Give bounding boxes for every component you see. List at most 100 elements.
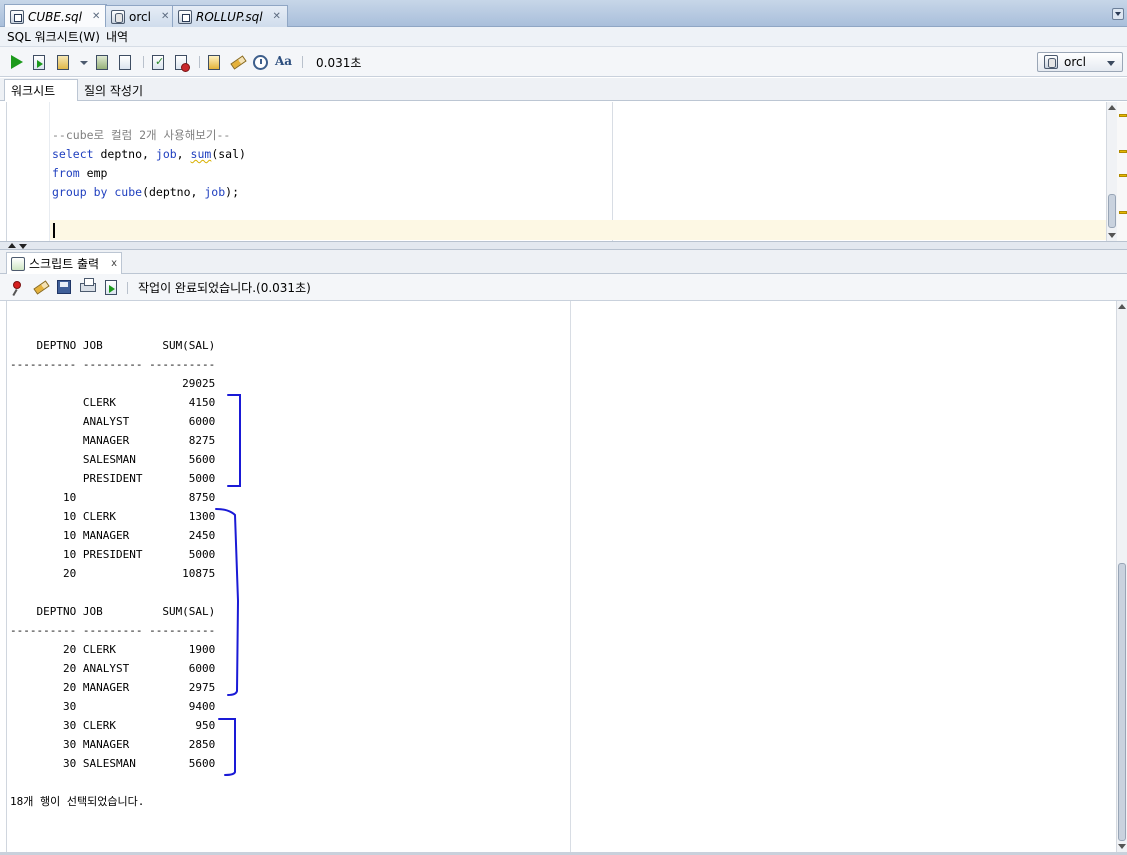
overview-ruler <box>1117 102 1127 241</box>
clear-output-button[interactable] <box>32 279 50 296</box>
keyword-from: from <box>52 166 80 180</box>
close-icon[interactable]: ✕ <box>273 11 281 22</box>
run-icon <box>11 55 23 69</box>
pane-splitter[interactable] <box>0 241 1127 250</box>
clear-button[interactable] <box>229 54 247 71</box>
connection-name: orcl <box>1064 55 1086 69</box>
collapse-up-icon[interactable] <box>8 243 16 248</box>
result-row: 20 MANAGER 2975 <box>10 681 216 694</box>
sql-tuning-button[interactable] <box>117 54 134 71</box>
result-row: 29025 <box>10 377 216 390</box>
sql-file-icon <box>178 9 192 24</box>
tab-rollup-sql[interactable]: ROLLUP.sql ✕ <box>172 5 288 27</box>
rollback-button[interactable] <box>173 54 190 72</box>
tab-query-builder[interactable]: 질의 작성기 <box>78 80 149 101</box>
warning-marker[interactable] <box>1119 174 1127 177</box>
result-row: 10 CLERK 1300 <box>10 510 216 523</box>
query-result-text: DEPTNO JOB SUM(SAL) ---------- ---------… <box>10 336 215 811</box>
sql-code: --cube로 컬럼 2개 사용해보기-- select deptno, job… <box>52 128 246 199</box>
cube-args: (deptno, <box>142 185 205 199</box>
run-script-icon <box>33 55 45 70</box>
editor-scrollbar[interactable] <box>1106 102 1117 241</box>
result-row: 30 CLERK 950 <box>10 719 216 732</box>
tab-label: ROLLUP.sql <box>196 9 263 24</box>
script-output-icon <box>11 256 25 271</box>
scroll-down-icon[interactable] <box>1118 844 1126 849</box>
subtab-history[interactable]: 내역 <box>104 28 132 45</box>
warning-marker[interactable] <box>1119 211 1127 214</box>
tab-label: orcl <box>129 9 151 24</box>
tab-orcl[interactable]: orcl ✕ <box>105 5 177 27</box>
column-job: job <box>155 147 177 161</box>
autotrace-button[interactable] <box>55 54 72 71</box>
run-statement-button[interactable] <box>8 54 25 71</box>
worksheet-toolbar: Aa 0.031초 orcl <box>0 47 1127 77</box>
editor-mode-tabs: 워크시트 질의 작성기 <box>0 78 1127 101</box>
result-separator: ---------- --------- ---------- <box>10 624 216 637</box>
result-row: 30 SALESMAN 5600 <box>10 757 216 770</box>
save-output-button[interactable] <box>56 279 73 296</box>
commit-icon <box>152 55 164 70</box>
unshared-sql-button[interactable] <box>206 54 223 71</box>
result-row: PRESIDENT 5000 <box>10 472 216 485</box>
result-row: CLERK 4150 <box>10 396 216 409</box>
commit-button[interactable] <box>150 54 167 71</box>
close-icon[interactable]: ✕ <box>161 11 169 22</box>
scroll-up-icon[interactable] <box>1118 304 1126 309</box>
collapse-down-icon[interactable] <box>19 244 27 249</box>
chevron-down-icon <box>1107 61 1115 66</box>
output-scrollbar[interactable] <box>1116 301 1127 852</box>
result-row: 10 8750 <box>10 491 216 504</box>
function-cube: cube <box>114 185 143 199</box>
explain-plan-button[interactable] <box>94 54 111 71</box>
close-icon[interactable]: ✕ <box>92 11 100 22</box>
worksheet-subtabs: SQL 워크시트(W) 내역 <box>0 27 1127 47</box>
result-row: 20 ANALYST 6000 <box>10 662 216 675</box>
sql-editor[interactable]: --cube로 컬럼 2개 사용해보기-- select deptno, job… <box>6 102 1107 241</box>
result-row: 30 9400 <box>10 700 216 713</box>
tab-cube-sql[interactable]: CUBE.sql ✕ <box>4 4 108 28</box>
explain-plan-icon <box>96 55 108 70</box>
output-sheet-icon <box>105 280 117 295</box>
clock-icon <box>253 55 268 70</box>
printer-icon <box>80 278 96 292</box>
database-connection-icon <box>111 9 125 24</box>
scroll-thumb[interactable] <box>1118 563 1126 841</box>
script-output-area[interactable]: DEPTNO JOB SUM(SAL) ---------- ---------… <box>6 301 1116 852</box>
text-caret <box>53 223 55 238</box>
close-icon[interactable]: x <box>111 258 117 269</box>
function-sum: sum <box>190 147 212 161</box>
sql-history-button[interactable] <box>252 54 269 71</box>
tab-list-dropdown-icon[interactable] <box>1112 8 1124 20</box>
run-script-button[interactable] <box>31 54 48 71</box>
warning-marker[interactable] <box>1119 114 1127 117</box>
cube-arg-job: job <box>204 185 226 199</box>
result-row: 20 CLERK 1900 <box>10 643 216 656</box>
warning-marker[interactable] <box>1119 150 1127 153</box>
scroll-down-icon[interactable] <box>1108 233 1116 238</box>
output-toolbar: 작업이 완료되었습니다.(0.031초) <box>0 274 1127 301</box>
pin-button[interactable] <box>11 279 28 296</box>
subtab-sql-worksheet[interactable]: SQL 워크시트(W) <box>0 28 104 45</box>
toolbar-separator <box>127 282 128 294</box>
format-case-button[interactable]: Aa <box>275 54 292 71</box>
print-output-button[interactable] <box>80 278 97 296</box>
toolbar-separator <box>199 56 200 68</box>
document-tab-strip: CUBE.sql ✕ orcl ✕ ROLLUP.sql ✕ <box>0 0 1127 28</box>
scroll-thumb[interactable] <box>1108 194 1116 228</box>
result-row: ANALYST 6000 <box>10 415 216 428</box>
eraser-icon <box>230 55 247 70</box>
annotation-bracket <box>227 394 241 487</box>
open-output-button[interactable] <box>103 279 120 296</box>
chevron-down-icon[interactable] <box>80 61 88 65</box>
tab-script-output[interactable]: 스크립트 출력 x <box>6 252 122 274</box>
save-icon <box>57 280 71 294</box>
tab-worksheet[interactable]: 워크시트 <box>4 79 78 101</box>
connection-select[interactable]: orcl <box>1037 52 1123 72</box>
scroll-up-icon[interactable] <box>1108 105 1116 110</box>
current-line-highlight <box>50 220 1107 240</box>
magnifier-icon <box>119 55 131 70</box>
result-row: MANAGER 8275 <box>10 434 216 447</box>
code-comment: --cube로 컬럼 2개 사용해보기-- <box>52 128 231 142</box>
cube-args-close: ); <box>225 185 240 199</box>
